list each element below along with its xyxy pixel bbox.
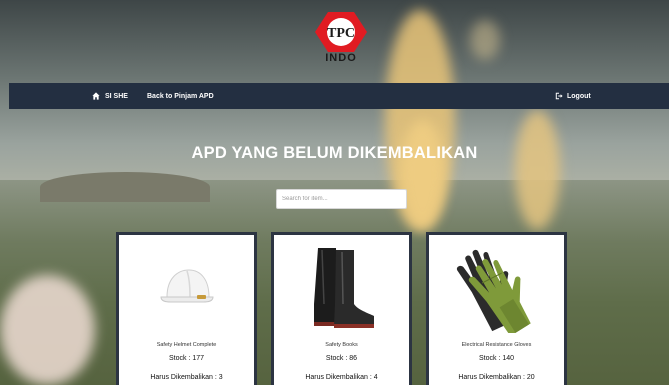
item-image: [274, 235, 409, 339]
item-image: [119, 235, 254, 339]
nav-home-link[interactable]: SI SHE: [92, 92, 128, 100]
item-stock: Stock : 177: [168, 355, 205, 362]
smoke-plume: [400, 120, 445, 230]
back-to-pinjam-link[interactable]: Back to Pinjam APD: [147, 93, 214, 100]
item-name: Electrical Resistance Gloves: [461, 342, 532, 348]
hill: [40, 172, 210, 202]
logo-subtitle: INDO: [325, 52, 357, 64]
item-card-safety-boots[interactable]: Safety Books Stock : 86 Harus Dikembalik…: [271, 232, 412, 385]
electrical-gloves-icon: [456, 249, 531, 333]
smoke-plume: [515, 110, 560, 230]
logout-button[interactable]: Logout: [555, 92, 591, 100]
item-card-electrical-gloves[interactable]: Electrical Resistance Gloves Stock : 140…: [426, 232, 567, 385]
navbar: SI SHE Back to Pinjam APD Logout: [9, 83, 669, 109]
item-due: Harus Dikembalikan : 20: [458, 374, 535, 381]
item-due: Harus Dikembalikan : 4: [305, 374, 378, 381]
page-title: APD YANG BELUM DIKEMBALIKAN: [191, 144, 478, 162]
search-input[interactable]: [276, 189, 407, 209]
nav-brand-label: SI SHE: [105, 92, 128, 100]
safety-boots-icon: [313, 248, 374, 328]
home-icon: [92, 92, 100, 100]
smoke-plume: [470, 20, 500, 60]
smoke-plume: [0, 275, 95, 385]
tpc-logo-icon: TPC: [315, 12, 367, 52]
item-image: [429, 235, 564, 339]
item-stock: Stock : 140: [478, 355, 515, 362]
item-card-safety-helmet[interactable]: Safety Helmet Complete Stock : 177 Harus…: [116, 232, 257, 385]
safety-helmet-icon: [159, 269, 214, 303]
item-stock: Stock : 86: [325, 355, 358, 362]
company-logo: TPC INDO: [314, 11, 368, 67]
logo-mark-text: TPC: [327, 26, 355, 41]
logout-icon: [555, 92, 563, 100]
logout-label: Logout: [567, 92, 591, 100]
item-name: Safety Helmet Complete: [156, 342, 217, 348]
item-name: Safety Books: [325, 342, 358, 348]
item-due: Harus Dikembalikan : 3: [150, 374, 223, 381]
